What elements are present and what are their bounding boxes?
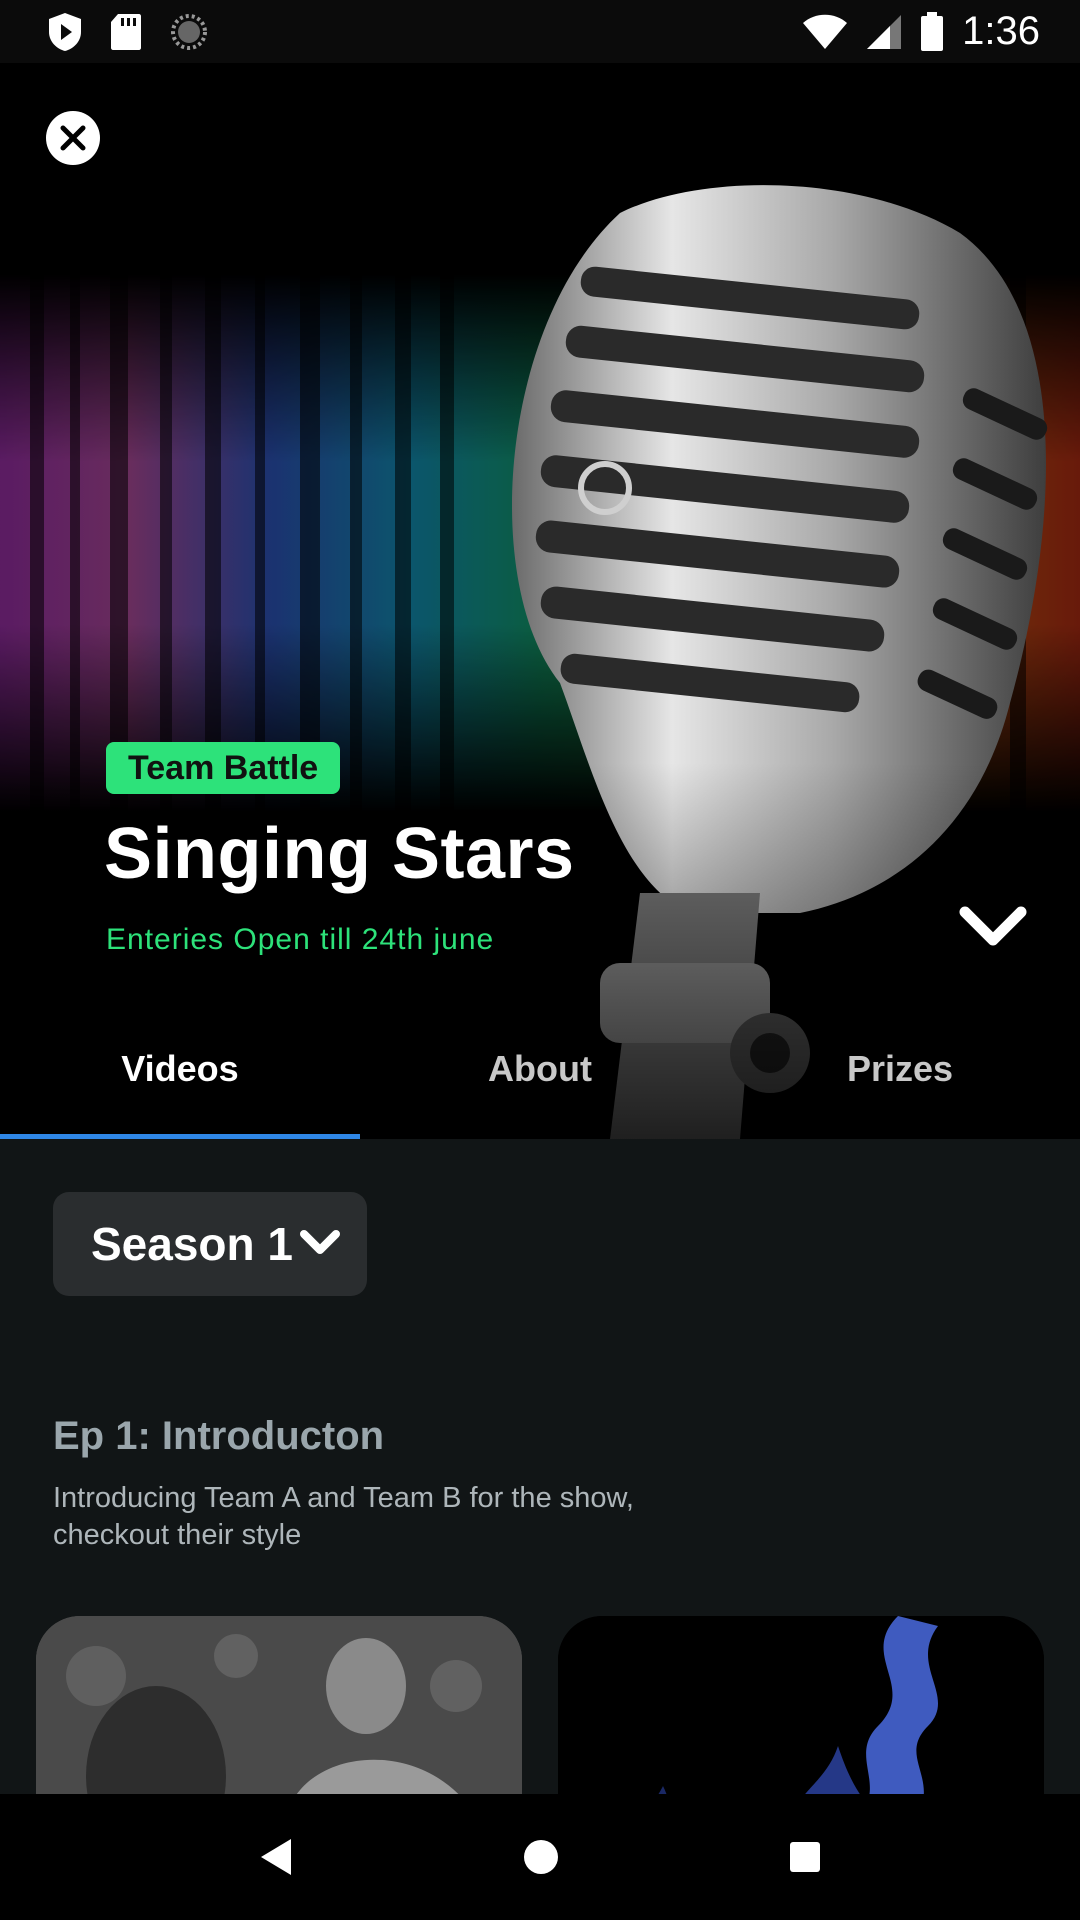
recents-icon[interactable] <box>789 1841 821 1873</box>
chevron-down-icon <box>300 1230 340 1254</box>
episode-title: Ep 1: Introducton <box>53 1414 385 1458</box>
video-thumbnail[interactable] <box>36 1616 522 1816</box>
season-dropdown[interactable]: Season 1 <box>53 1192 367 1296</box>
tab-videos[interactable]: Videos <box>0 1000 360 1139</box>
battery-icon <box>921 11 944 51</box>
home-icon[interactable] <box>523 1839 559 1875</box>
show-title: Singing Stars <box>104 814 575 894</box>
expand-details-button[interactable] <box>958 903 1028 953</box>
wifi-icon <box>803 14 848 49</box>
play-protect-icon <box>49 12 81 51</box>
hero-background-image <box>0 63 1080 1139</box>
back-icon[interactable] <box>259 1837 293 1877</box>
loading-icon <box>171 13 207 50</box>
hero-banner: Team Battle Singing Stars Enteries Open … <box>0 63 1080 1139</box>
close-button[interactable] <box>46 111 100 165</box>
tab-about[interactable]: About <box>360 1000 720 1139</box>
chevron-down-icon <box>959 906 1027 946</box>
system-nav-bar <box>0 1794 1080 1920</box>
tab-prizes[interactable]: Prizes <box>720 1000 1080 1139</box>
sd-card-icon <box>111 13 141 50</box>
episode-description: Introducing Team A and Team B for the sh… <box>53 1482 634 1551</box>
tab-bar: Videos About Prizes <box>0 1000 1080 1139</box>
season-value: Season 1 <box>91 1218 293 1270</box>
status-bar: 1:36 <box>0 0 1080 63</box>
video-thumbnail-image <box>558 1616 1044 1816</box>
video-thumbnail-image <box>36 1616 522 1816</box>
video-thumbnail[interactable] <box>558 1616 1044 1816</box>
entries-status: Enteries Open till 24th june <box>106 923 495 956</box>
close-icon <box>60 125 86 151</box>
status-time: 1:36 <box>962 9 1040 53</box>
category-badge: Team Battle <box>106 742 341 794</box>
signal-icon <box>867 14 902 49</box>
